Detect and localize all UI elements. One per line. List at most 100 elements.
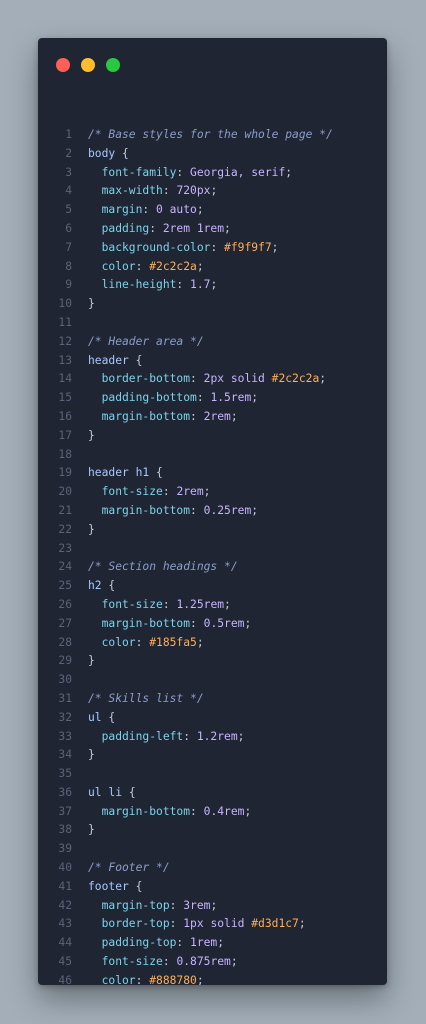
code-line: 24 /* Section headings */ [38,558,387,577]
minimize-button[interactable] [81,58,95,72]
line-text: margin-bottom: 2rem; [88,408,238,427]
code-token-prop: font-family [88,165,177,179]
code-token-prop: line-height [88,278,177,292]
code-token-punct: ; [217,936,225,950]
code-token-punct: { [149,466,163,480]
code-token-punct: ; [196,973,204,985]
code-line: 4 max-width: 720px; [38,182,387,201]
code-token-value: 1.2rem [196,729,238,743]
code-token-prop: color [88,259,136,273]
line-number: 41 [58,879,72,893]
code-token-prop: padding-left [88,729,184,743]
line-text: } [88,746,95,765]
code-line: 25 h2 { [38,577,387,596]
code-token-punct: : [176,278,191,292]
line-text: margin-bottom: 0.25rem; [88,502,258,521]
code-line: 8 color: #2c2c2a; [38,258,387,277]
line-number: 33 [58,729,72,743]
code-token-punct: ; [271,240,279,254]
code-token-prop: margin-bottom [88,804,191,818]
code-token-punct: { [128,353,143,367]
line-number: 11 [58,315,72,329]
code-line: 36 ul li { [38,784,387,803]
line-number: 7 [65,240,72,254]
code-token-punct: : [190,503,204,517]
line-number: 24 [58,560,72,574]
line-number: 10 [58,297,72,311]
line-text: /* Base styles for the whole page */ [88,126,333,145]
code-token-selector: ul [88,710,102,724]
code-token-prop: padding-top [88,936,177,950]
code-line: 33 padding-left: 1.2rem; [38,728,387,747]
code-token-prop: color [88,635,136,649]
code-token-punct: : [190,616,204,630]
code-line: 22} [38,521,387,540]
code-token-value: 2rem 1rem [162,221,225,235]
line-text: padding-left: 1.2rem; [88,728,245,747]
line-number: 39 [58,842,72,856]
code-token-punct: ; [224,597,231,611]
line-number: 32 [58,710,72,724]
line-number: 45 [58,955,72,969]
code-token-value: 0.875rem [176,955,231,969]
line-text: h2 { [88,577,115,596]
line-text: ul { [88,709,115,728]
code-token-prop: color [88,973,136,985]
line-number: 16 [58,409,72,423]
code-line: 7 background-color: #f9f9f7; [38,239,387,258]
code-token-value: 1.5rem [210,391,252,405]
code-token-punct: : [135,635,150,649]
code-token-punct: ; [210,184,218,198]
line-number: 12 [58,334,72,348]
code-token-punct: : [135,973,150,985]
line-number: 27 [58,616,72,630]
title-bar [38,38,387,92]
code-token-selector: header [88,353,129,367]
code-line: 19 header h1 { [38,464,387,483]
code-line: 34} [38,746,387,765]
line-text: margin-bottom: 0.4rem; [88,803,252,822]
code-token-comment: /* Base styles for the whole page */ [88,128,333,141]
code-line: 28 color: #185fa5; [38,634,387,653]
line-number: 36 [58,785,72,799]
code-token-prop: padding [88,221,150,235]
line-text: font-family: Georgia, serif; [88,164,292,183]
code-token-punct: ; [210,278,218,292]
code-line: 15 padding-bottom: 1.5rem; [38,389,387,408]
line-number: 3 [65,165,72,179]
code-token-prop: margin-bottom [88,616,191,630]
code-token-punct: : [142,203,157,217]
code-token-prop: max-width [88,184,163,198]
code-token-value: 3rem [183,898,211,912]
code-line: 30 [38,671,387,690]
code-token-punct: } [88,654,95,668]
line-number: 20 [58,485,72,499]
zoom-button[interactable] [106,58,120,72]
line-text: ul li { [88,784,136,803]
code-token-prop: font-size [88,597,163,611]
code-token-value: 2px solid [203,372,272,386]
code-token-comment: /* Skills list */ [88,691,204,705]
code-token-punct: { [101,579,116,593]
code-line: 29} [38,652,387,671]
code-token-punct: : [149,221,163,235]
close-button[interactable] [56,58,70,72]
code-token-punct: { [115,146,129,160]
code-token-color: #d3d1c7 [251,917,299,931]
line-number: 1 [65,128,72,141]
line-text: color: #185fa5; [88,634,204,653]
line-text: padding-bottom: 1.5rem; [88,389,258,408]
code-token-punct: ; [244,804,252,818]
code-line: 35 [38,765,387,784]
code-token-punct: ; [196,259,204,273]
line-number: 17 [58,428,72,442]
line-number: 9 [65,278,72,292]
code-token-comment: /* Section headings */ [88,560,238,574]
line-number: 29 [58,654,72,668]
code-token-value: 0.4rem [203,804,245,818]
code-token-value: 0.5rem [203,616,245,630]
line-number: 35 [58,767,72,781]
line-number: 19 [58,466,72,480]
code-editor[interactable]: 1 /* Base styles for the whole page */ 2 bo… [38,126,387,985]
code-token-punct: : [190,804,204,818]
